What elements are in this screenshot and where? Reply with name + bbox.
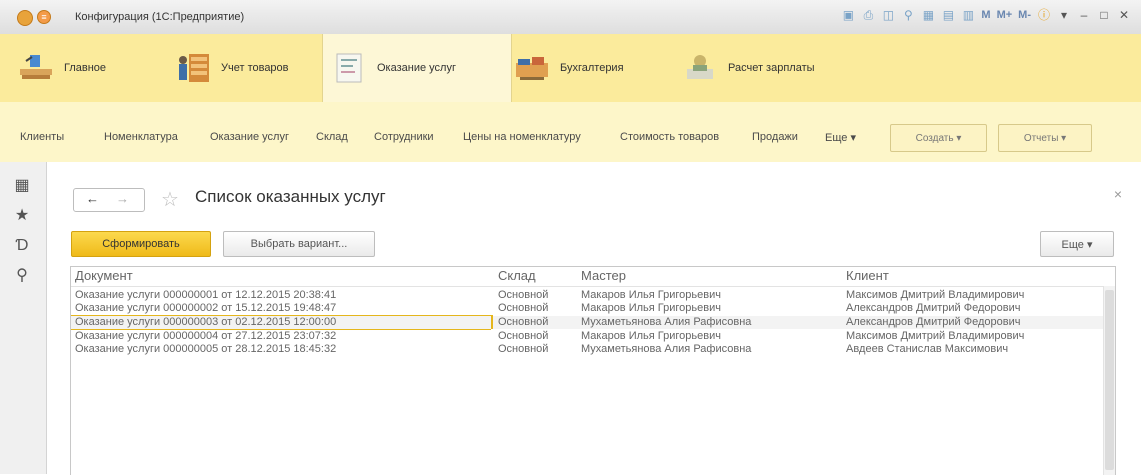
info-icon[interactable]: ⓘ — [1037, 8, 1051, 22]
calculator-icon[interactable]: ▦ — [921, 8, 935, 22]
scrollbar-thumb[interactable] — [1105, 290, 1114, 470]
cell-document: Оказание услуги 000000001 от 12.12.2015 … — [75, 289, 337, 301]
print-icon[interactable]: ⎙ — [861, 8, 875, 22]
cell-document: Оказание услуги 000000002 от 15.12.2015 … — [75, 302, 337, 314]
nav-prices[interactable]: Цены на номенклатуру — [463, 131, 581, 143]
reports-button[interactable]: Отчеты ▾ — [998, 124, 1092, 152]
cell-document: Оказание услуги 000000003 от 02.12.2015 … — [75, 316, 337, 328]
section-services[interactable]: Оказание услуг — [322, 34, 512, 102]
cell-document: Оказание услуги 000000005 от 28.12.2015 … — [75, 343, 337, 355]
cell-master: Макаров Илья Григорьевич — [581, 289, 721, 301]
favorites-star-icon[interactable]: ★ — [12, 206, 32, 226]
generate-button[interactable]: Сформировать — [71, 231, 211, 257]
warehouse-icon — [175, 50, 211, 86]
dropdown-icon[interactable]: ▾ — [1057, 8, 1071, 22]
section-accounting[interactable]: Бухгалтерия — [514, 34, 624, 102]
app-logo-icon[interactable] — [17, 10, 33, 26]
nav-nomenclature[interactable]: Номенклатура — [104, 131, 178, 143]
cell-master: Макаров Илья Григорьевич — [581, 330, 721, 342]
cell-warehouse: Основной — [498, 302, 549, 314]
select-variant-button[interactable]: Выбрать вариант... — [223, 231, 375, 257]
nav-sales[interactable]: Продажи — [752, 131, 798, 143]
section-label: Расчет зарплаты — [728, 62, 815, 74]
favorite-star-icon[interactable]: ☆ — [161, 187, 179, 212]
cell-client: Максимов Дмитрий Владимирович — [846, 330, 1025, 342]
col-document[interactable]: Документ — [75, 268, 133, 283]
grid-menu-icon[interactable]: ▦ — [12, 176, 32, 196]
nav-services[interactable]: Оказание услуг — [210, 131, 289, 143]
payroll-icon — [682, 50, 718, 86]
section-payroll[interactable]: Расчет зарплаты — [682, 34, 815, 102]
navigation-bar: Клиенты Номенклатура Оказание услуг Скла… — [0, 102, 1141, 163]
col-master[interactable]: Мастер — [581, 268, 626, 283]
minimize-icon[interactable]: – — [1077, 8, 1091, 22]
nav-warehouse[interactable]: Склад — [316, 131, 348, 143]
window-toolbar: ▣ ⎙ ◫ ⚲ ▦ ▤ ▥ M M+ M- ⓘ ▾ – □ ✕ — [841, 8, 1131, 22]
section-label: Бухгалтерия — [560, 62, 624, 74]
cell-master: Мухаметьянова Алия Рафисовна — [581, 316, 752, 328]
col-client[interactable]: Клиент — [846, 268, 889, 283]
back-arrow-icon[interactable]: ← — [86, 191, 99, 206]
more-button[interactable]: Еще ▾ — [1040, 231, 1114, 257]
memory-button[interactable]: M — [981, 8, 990, 22]
main-menu-icon[interactable]: ≡ — [37, 10, 51, 24]
selection-cell-marker — [491, 315, 493, 329]
table-row-selected[interactable]: Оказание услуги 000000003 от 02.12.2015 … — [71, 316, 1103, 329]
table-row[interactable]: Оказание услуги 000000001 от 12.12.2015 … — [71, 289, 1103, 302]
services-table: Документ Склад Мастер Клиент Оказание ус… — [70, 266, 1116, 475]
memory-minus-button[interactable]: M- — [1018, 8, 1031, 22]
sections-panel: Главное Учет товаров Оказание услуг Бухг… — [0, 34, 1141, 103]
cell-client: Александров Дмитрий Федорович — [846, 316, 1021, 328]
nav-goods-cost[interactable]: Стоимость товаров — [620, 131, 719, 143]
services-icon — [331, 50, 367, 86]
create-button[interactable]: Создать ▾ — [890, 124, 987, 152]
cell-warehouse: Основной — [498, 330, 549, 342]
cell-client: Александров Дмитрий Федорович — [846, 302, 1021, 314]
calendar-icon[interactable]: ▤ — [941, 8, 955, 22]
save-icon[interactable]: ▣ — [841, 8, 855, 22]
cell-master: Макаров Илья Григорьевич — [581, 302, 721, 314]
section-main[interactable]: Главное — [18, 34, 106, 102]
history-navigation: ← → — [73, 188, 145, 212]
section-label: Главное — [64, 62, 107, 74]
cell-master: Мухаметьянова Алия Рафисовна — [581, 343, 752, 355]
desk-icon — [18, 50, 54, 86]
window-title: Конфигурация (1С:Предприятие) — [75, 11, 245, 23]
cell-warehouse: Основной — [498, 343, 549, 355]
nav-employees[interactable]: Сотрудники — [374, 131, 434, 143]
page-title: Список оказанных услуг — [195, 187, 386, 206]
cell-warehouse: Основной — [498, 316, 549, 328]
col-warehouse[interactable]: Склад — [498, 268, 536, 283]
accounting-icon — [514, 50, 550, 86]
table-header: Документ Склад Мастер Клиент — [71, 267, 1115, 287]
table-icon[interactable]: ▥ — [961, 8, 975, 22]
maximize-icon[interactable]: □ — [1097, 8, 1111, 22]
preview-icon[interactable]: ◫ — [881, 8, 895, 22]
table-row[interactable]: Оказание услуги 000000002 от 15.12.2015 … — [71, 302, 1103, 315]
section-label: Оказание услуг — [377, 62, 456, 74]
section-label: Учет товаров — [221, 62, 289, 74]
cell-document: Оказание услуги 000000004 от 27.12.2015 … — [75, 330, 337, 342]
close-form-icon[interactable]: × — [1114, 186, 1122, 202]
cell-client: Максимов Дмитрий Владимирович — [846, 289, 1025, 301]
cell-client: Авдеев Станислав Максимович — [846, 343, 1009, 355]
close-icon[interactable]: ✕ — [1117, 8, 1131, 22]
cell-warehouse: Основной — [498, 289, 549, 301]
table-row[interactable]: Оказание услуги 000000004 от 27.12.2015 … — [71, 330, 1103, 343]
main-content: ← → ☆ Список оказанных услуг × Сформиров… — [47, 162, 1141, 475]
memory-plus-button[interactable]: M+ — [997, 8, 1013, 22]
search-icon[interactable]: ⚲ — [12, 266, 32, 286]
window-titlebar: ≡ Конфигурация (1С:Предприятие) ▣ ⎙ ◫ ⚲ … — [0, 0, 1141, 35]
nav-clients[interactable]: Клиенты — [20, 131, 64, 143]
table-scrollbar[interactable] — [1103, 286, 1115, 475]
history-icon[interactable]: Ɗ — [12, 236, 32, 256]
forward-arrow-icon[interactable]: → — [116, 191, 129, 206]
nav-more[interactable]: Еще ▾ — [825, 131, 856, 144]
table-row[interactable]: Оказание услуги 000000005 от 28.12.2015 … — [71, 343, 1103, 356]
section-goods[interactable]: Учет товаров — [175, 34, 289, 102]
left-toolbar: ▦ ★ Ɗ ⚲ — [0, 162, 47, 474]
link-icon[interactable]: ⚲ — [901, 8, 915, 22]
